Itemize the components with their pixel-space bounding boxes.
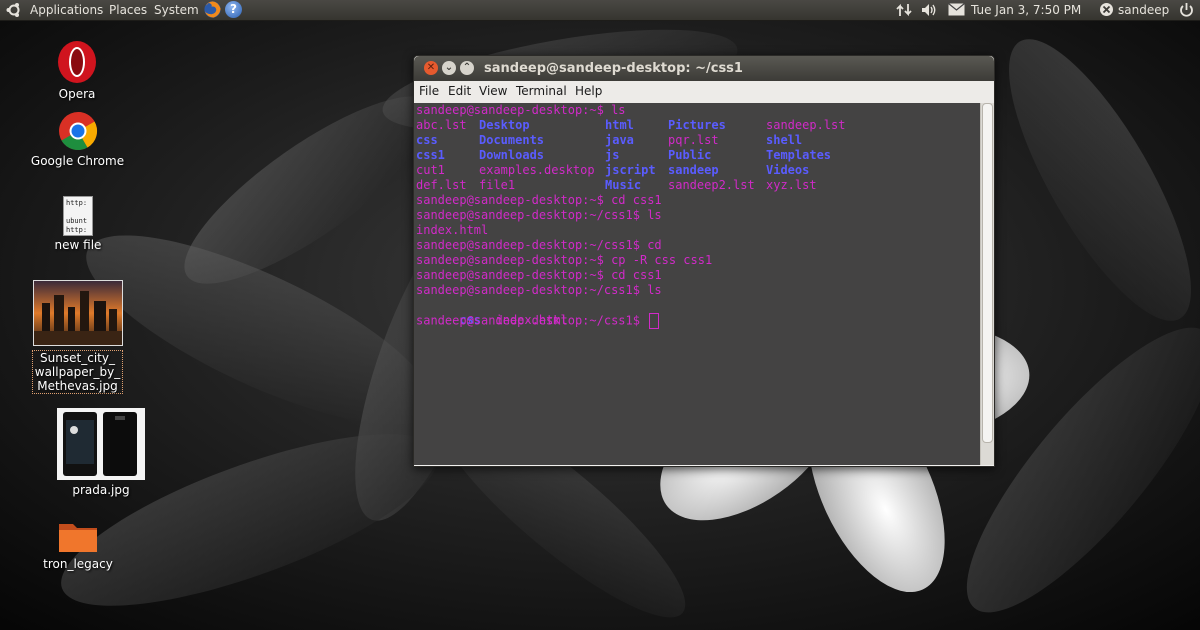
- opera-icon: [58, 41, 96, 83]
- terminal-line: sandeep@sandeep-desktop:~$ ls: [416, 103, 626, 117]
- volume-icon[interactable]: [920, 2, 938, 18]
- ls-entry: file1: [479, 178, 516, 192]
- menu-places[interactable]: Places: [109, 2, 147, 18]
- text-file-icon: http: ubunt http:: [63, 196, 93, 236]
- ls-entry: html: [605, 118, 634, 132]
- ls-entry: shell: [766, 133, 803, 147]
- terminal-window[interactable]: ✕ ⌄ ⌃ sandeep@sandeep-desktop: ~/css1 Fi…: [413, 55, 995, 467]
- power-icon[interactable]: [1179, 2, 1194, 18]
- mail-icon[interactable]: [948, 3, 965, 17]
- desktop-icon-sunset-city-wallpaper[interactable]: Sunset_city_ wallpaper_by_ Methevas.jpg: [32, 280, 123, 394]
- ls-entry: java: [605, 133, 634, 147]
- terminal-line: sandeep@sandeep-desktop:~/css1$ ls: [416, 283, 662, 297]
- ls-entry: examples.desktop: [479, 163, 595, 177]
- terminal-output[interactable]: sandeep@sandeep-desktop:~$ ls sandeep@sa…: [414, 103, 980, 465]
- ls-entry: xyz.lst: [766, 178, 817, 192]
- desktop-icon-label: tron_legacy: [43, 557, 113, 571]
- clock[interactable]: Tue Jan 3, 7:50 PM: [971, 2, 1081, 18]
- chrome-icon: [58, 111, 97, 151]
- window-title: sandeep@sandeep-desktop: ~/css1: [484, 61, 743, 76]
- desktop-icon-prada[interactable]: prada.jpg: [56, 408, 146, 498]
- ls-entry: sandeep.lst: [766, 118, 846, 132]
- terminal-prompt-line: sandeep@sandeep-desktop:~/css1$: [416, 313, 660, 329]
- minimize-button[interactable]: ⌄: [442, 61, 456, 75]
- terminal-line: sandeep@sandeep-desktop:~/css1$ cd: [416, 238, 662, 252]
- desktop-icon-new-file[interactable]: http: ubunt http: new file: [40, 196, 116, 253]
- ubuntu-logo-icon[interactable]: [6, 2, 22, 18]
- ls-entry: Downloads: [479, 148, 545, 162]
- desktop-icon-label: Opera: [58, 87, 96, 101]
- firefox-icon[interactable]: [203, 0, 222, 19]
- image-thumbnail: [57, 408, 145, 480]
- ls-entry: Pictures: [668, 118, 726, 132]
- menu-help[interactable]: Help: [575, 84, 602, 98]
- menu-view[interactable]: View: [479, 84, 507, 98]
- user-name[interactable]: sandeep: [1118, 2, 1169, 18]
- desktop-icon-label: new file: [54, 238, 102, 252]
- terminal-menubar: File Edit View Terminal Help: [414, 81, 994, 103]
- ls-entry: sandeep: [668, 163, 719, 177]
- terminal-prompt: sandeep@sandeep-desktop:~/css1$: [416, 313, 648, 328]
- ls-entry: jscript: [605, 163, 656, 177]
- terminal-cursor: [649, 313, 660, 329]
- terminal-line: sandeep@sandeep-desktop:~$ cd css1: [416, 193, 662, 207]
- terminal-line: css index.html: [416, 298, 567, 327]
- desktop-icon-label: prada.jpg: [72, 483, 130, 497]
- terminal-line: sandeep@sandeep-desktop:~$ cp -R css css…: [416, 253, 713, 267]
- ls-entry: Music: [605, 178, 642, 192]
- desktop-icon-opera[interactable]: Opera: [37, 40, 117, 102]
- close-button[interactable]: ✕: [424, 61, 438, 75]
- terminal-scrollbar[interactable]: [980, 103, 994, 465]
- ls-entry: cut1: [416, 163, 445, 177]
- desktop-icon-label: Google Chrome: [30, 154, 125, 168]
- ls-entry: sandeep2.lst: [668, 178, 755, 192]
- folder-icon: [59, 524, 97, 552]
- scrollbar-thumb[interactable]: [982, 103, 993, 443]
- file-preview-line: http:: [66, 226, 88, 234]
- menu-system[interactable]: System: [154, 2, 199, 18]
- menu-applications[interactable]: Applications: [30, 2, 103, 18]
- image-thumbnail: [32, 280, 123, 346]
- maximize-button[interactable]: ⌃: [460, 61, 474, 75]
- top-panel: Applications Places System ? Tue Jan 3, …: [0, 0, 1200, 21]
- file-preview-line: ubunt: [66, 217, 88, 225]
- ls-entry: Templates: [766, 148, 832, 162]
- file-preview-line: http:: [66, 199, 88, 207]
- terminal-line: index.html: [416, 223, 489, 237]
- network-icon[interactable]: [896, 2, 912, 18]
- terminal-line: sandeep@sandeep-desktop:~/css1$ ls: [416, 208, 662, 222]
- ls-entry: Videos: [766, 163, 810, 177]
- ls-entry: css1: [416, 148, 445, 162]
- desktop-icon-tron-legacy[interactable]: tron_legacy: [38, 518, 118, 572]
- terminal-titlebar[interactable]: ✕ ⌄ ⌃ sandeep@sandeep-desktop: ~/css1: [414, 56, 994, 81]
- menu-terminal[interactable]: Terminal: [516, 84, 567, 98]
- menu-edit[interactable]: Edit: [448, 84, 471, 98]
- user-status-icon[interactable]: [1099, 2, 1114, 17]
- terminal-line: sandeep@sandeep-desktop:~$ cd css1: [416, 268, 662, 282]
- ls-entry: Documents: [479, 133, 545, 147]
- ls-entry: css: [416, 133, 438, 147]
- help-icon[interactable]: ?: [225, 1, 242, 18]
- ls-entry: Public: [668, 148, 712, 162]
- menu-file[interactable]: File: [419, 84, 439, 98]
- ls-entry: pqr.lst: [668, 133, 719, 147]
- ls-entry: js: [605, 148, 620, 162]
- ls-entry: abc.lst: [416, 118, 467, 132]
- desktop-icon-google-chrome[interactable]: Google Chrome: [30, 111, 125, 169]
- ls-entry: Desktop: [479, 118, 530, 132]
- ls-entry: def.lst: [416, 178, 467, 192]
- desktop-icon-label: Sunset_city_ wallpaper_by_ Methevas.jpg: [32, 350, 123, 394]
